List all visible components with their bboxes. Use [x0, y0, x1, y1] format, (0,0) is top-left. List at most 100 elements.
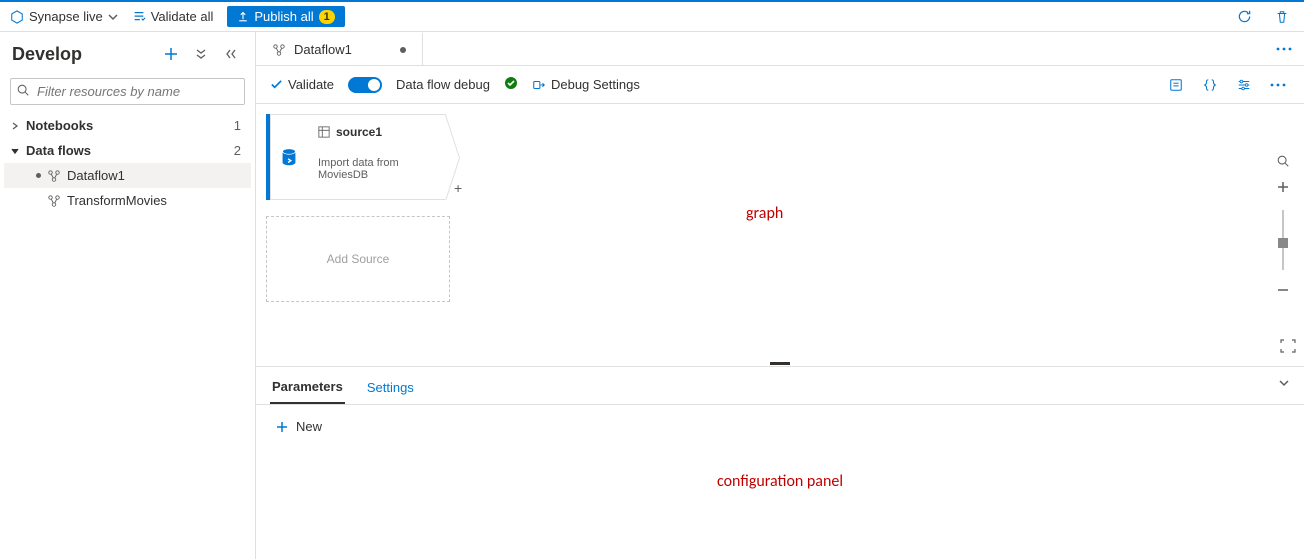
- collapse-sidebar-button[interactable]: [219, 42, 243, 66]
- chevron-down-icon: [1278, 377, 1290, 389]
- tree-item-dataflow1[interactable]: Dataflow1: [4, 163, 251, 188]
- config-tab-parameters[interactable]: Parameters: [270, 375, 345, 404]
- expand-all-button[interactable]: [189, 42, 213, 66]
- modified-dot-icon: [36, 173, 41, 178]
- more-icon: [1270, 83, 1286, 87]
- tab-modified-dot-icon: [400, 47, 406, 53]
- chevron-down-icon: [108, 12, 118, 22]
- tree-group-count: 2: [234, 143, 241, 158]
- dataflow-top-bar: Validate Data flow debug Debug Settings: [256, 66, 1304, 104]
- dataflow-icon: [47, 169, 61, 183]
- validate-all-button[interactable]: Validate all: [132, 9, 214, 24]
- refresh-button[interactable]: [1232, 5, 1256, 29]
- add-source-button[interactable]: Add Source: [266, 216, 450, 302]
- debug-status-icon: [504, 76, 518, 93]
- validate-list-icon: [132, 10, 146, 24]
- plus-icon: [164, 47, 178, 61]
- code-view-button[interactable]: [1198, 73, 1222, 97]
- filter-input[interactable]: [10, 78, 245, 105]
- graph-zoom-tools: [1270, 154, 1296, 299]
- content-area: Dataflow1 Validate Data flow debug Debug…: [256, 32, 1304, 559]
- sidebar-title: Develop: [12, 44, 159, 65]
- tree-group-label: Data flows: [26, 143, 91, 158]
- tree-group-dataflows[interactable]: Data flows 2: [4, 138, 251, 163]
- debug-toggle[interactable]: [348, 77, 382, 93]
- more-actions-button[interactable]: [1266, 73, 1290, 97]
- fit-to-screen-button[interactable]: [1280, 339, 1296, 356]
- search-icon: [16, 83, 30, 100]
- braces-icon: [1203, 78, 1217, 92]
- dataflow-icon: [272, 43, 286, 57]
- validate-all-label: Validate all: [151, 9, 214, 24]
- trash-icon: [1275, 10, 1289, 24]
- sidebar-header: Develop: [0, 32, 255, 74]
- tree-item-transformmovies[interactable]: TransformMovies: [4, 188, 251, 213]
- tree-item-label: TransformMovies: [67, 193, 167, 208]
- config-panel: Parameters Settings New configuration pa…: [256, 366, 1304, 559]
- plus-icon: [1277, 181, 1289, 193]
- validate-label: Validate: [288, 77, 334, 92]
- tree-item-label: Dataflow1: [67, 168, 125, 183]
- node-icon-col: [270, 114, 306, 200]
- script-view-button[interactable]: [1164, 73, 1188, 97]
- top-toolbar: Synapse live Validate all Publish all 1: [0, 0, 1304, 32]
- config-tabs: Parameters Settings: [256, 367, 1304, 405]
- tree-group-count: 1: [234, 118, 241, 133]
- config-tab-settings[interactable]: Settings: [365, 376, 416, 403]
- resource-tree: Notebooks 1 Data flows 2 Dataflow1 Trans…: [0, 113, 255, 213]
- chevron-right-icon: [10, 122, 20, 130]
- new-parameter-button[interactable]: New: [276, 419, 322, 434]
- table-icon: [318, 126, 330, 138]
- publish-all-label: Publish all: [254, 9, 313, 24]
- delete-button[interactable]: [1270, 5, 1294, 29]
- annotation-graph: graph: [746, 204, 783, 223]
- chevron-down-icon: [10, 147, 20, 155]
- workspace-label: Synapse live: [29, 9, 103, 24]
- collapse-config-button[interactable]: [1278, 377, 1290, 392]
- more-icon: [1276, 47, 1292, 51]
- debug-toggle-label: Data flow debug: [396, 77, 490, 92]
- minus-icon: [1277, 284, 1289, 296]
- workspace-icon: [10, 10, 24, 24]
- add-transform-button[interactable]: +: [454, 180, 462, 196]
- fit-icon: [1280, 339, 1296, 353]
- settings-out-icon: [532, 78, 546, 92]
- dataflow-icon: [47, 194, 61, 208]
- debug-settings-label: Debug Settings: [551, 77, 640, 92]
- validate-button[interactable]: Validate: [270, 77, 334, 92]
- source-node[interactable]: source1 Import data from MoviesDB: [266, 114, 446, 200]
- zoom-search-button[interactable]: [1276, 154, 1290, 171]
- debug-settings-button[interactable]: Debug Settings: [532, 77, 640, 92]
- upload-icon: [237, 11, 249, 23]
- workspace-dropdown[interactable]: Synapse live: [10, 9, 118, 24]
- new-label: New: [296, 419, 322, 434]
- add-resource-button[interactable]: [159, 42, 183, 66]
- node-title: source1: [336, 125, 382, 139]
- tab-dataflow1[interactable]: Dataflow1: [256, 32, 423, 65]
- tab-bar: Dataflow1: [256, 32, 1304, 66]
- tab-label: Dataflow1: [294, 42, 352, 57]
- publish-count-badge: 1: [319, 10, 335, 24]
- add-source-label: Add Source: [327, 252, 390, 266]
- tree-group-notebooks[interactable]: Notebooks 1: [4, 113, 251, 138]
- node-body: source1 Import data from MoviesDB: [306, 114, 446, 200]
- zoom-out-button[interactable]: [1277, 284, 1289, 299]
- refresh-icon: [1237, 9, 1252, 24]
- search-icon: [1276, 154, 1290, 168]
- graph-canvas[interactable]: source1 Import data from MoviesDB + Add …: [256, 104, 1304, 360]
- zoom-in-button[interactable]: [1277, 181, 1289, 196]
- check-icon: [270, 78, 283, 91]
- develop-sidebar: Develop: [0, 32, 256, 559]
- zoom-slider[interactable]: [1282, 210, 1284, 270]
- zoom-thumb[interactable]: [1278, 238, 1288, 248]
- sliders-icon: [1237, 78, 1251, 92]
- publish-all-button[interactable]: Publish all 1: [227, 6, 344, 27]
- node-description: Import data from MoviesDB: [318, 157, 433, 181]
- double-chevron-down-icon: [195, 48, 207, 60]
- annotation-config: configuration panel: [276, 472, 1284, 491]
- database-icon: [278, 146, 300, 168]
- tab-more-button[interactable]: [1264, 32, 1304, 65]
- filter-view-button[interactable]: [1232, 73, 1256, 97]
- script-icon: [1169, 78, 1183, 92]
- plus-icon: [276, 421, 288, 433]
